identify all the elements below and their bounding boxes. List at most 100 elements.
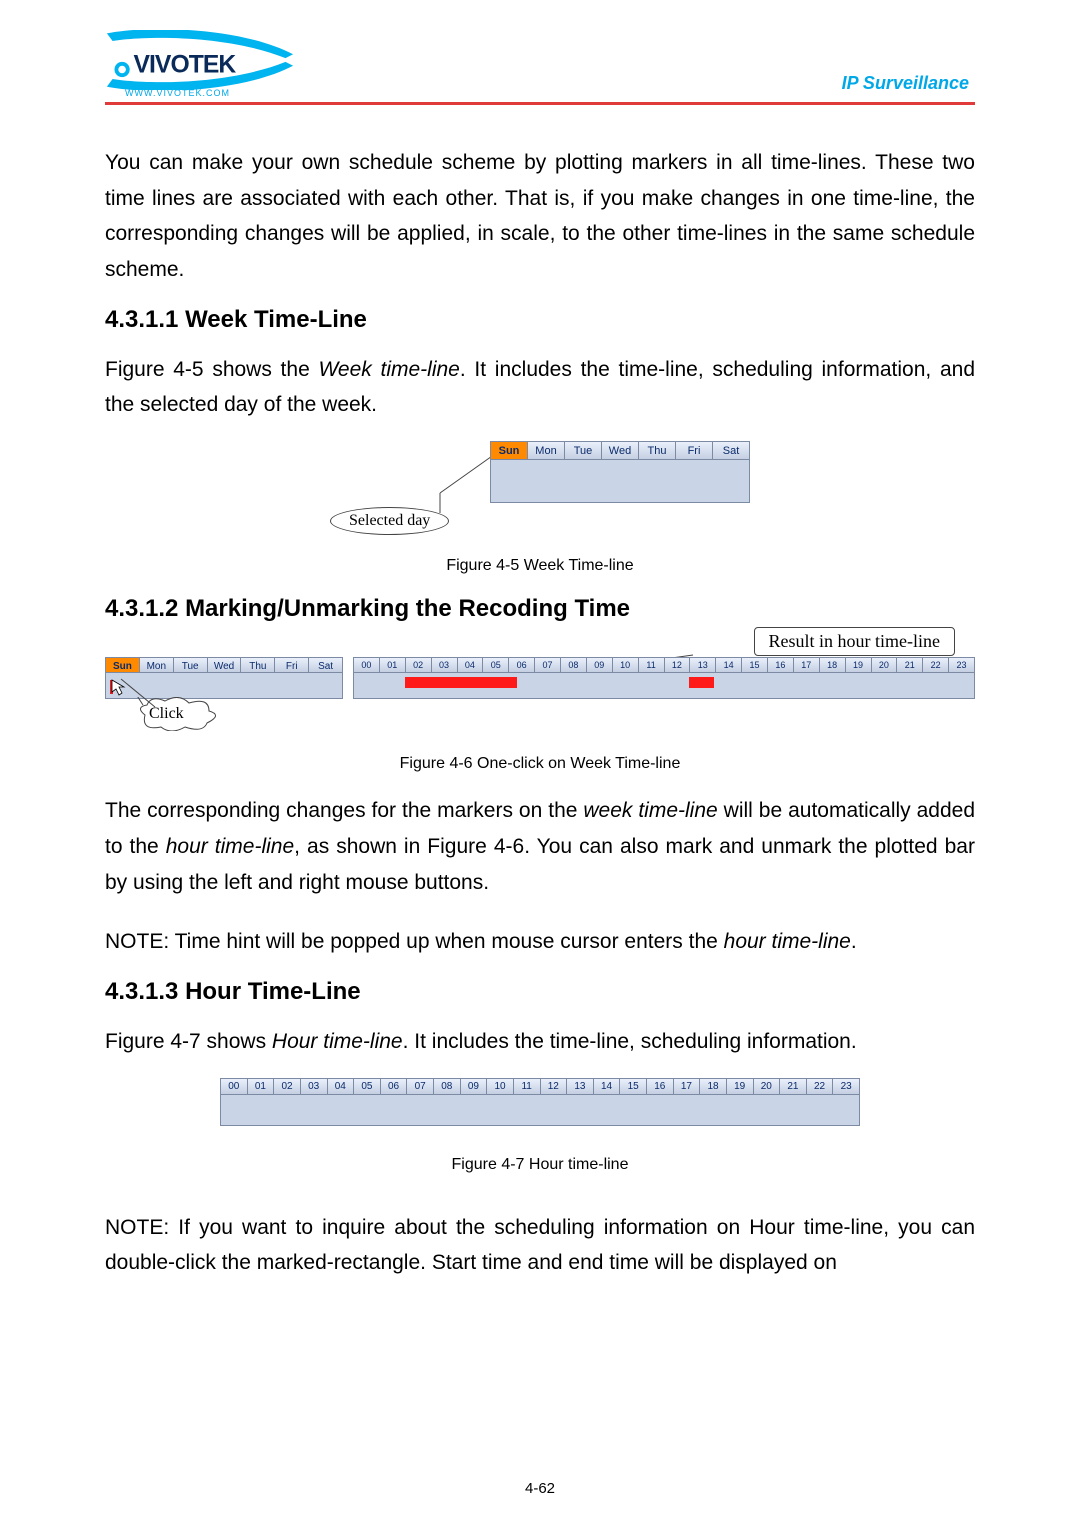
note-1: NOTE: Time hint will be popped up when m… [105, 924, 975, 960]
figure-4-7-caption: Figure 4-7 Hour time-line [105, 1156, 975, 1174]
text-em: Hour time-line [272, 1030, 403, 1053]
day-tab-fri[interactable]: Fri [676, 442, 713, 459]
hour-cell-23[interactable]: 23 [949, 658, 974, 672]
hour-cell-21[interactable]: 21 [897, 658, 923, 672]
hour-cell-03[interactable]: 03 [301, 1079, 328, 1094]
hour-cell-14[interactable]: 14 [716, 658, 742, 672]
hour-cell-04[interactable]: 04 [328, 1079, 355, 1094]
hour-cell-04[interactable]: 04 [458, 658, 484, 672]
hour-cell-16[interactable]: 16 [768, 658, 794, 672]
text-em: hour time-line [724, 930, 851, 953]
text-run: Figure 4-5 shows the [105, 358, 318, 381]
day-tab-sun[interactable]: Sun [491, 442, 528, 459]
text-em: Week time-line [318, 358, 459, 381]
hour-cell-06[interactable]: 06 [381, 1079, 408, 1094]
hour-cell-02[interactable]: 02 [274, 1079, 301, 1094]
hour-cell-00[interactable]: 00 [221, 1079, 248, 1094]
day-tab-mon[interactable]: Mon [140, 658, 174, 672]
day-tab-sat[interactable]: Sat [309, 658, 342, 672]
click-label: Click [149, 705, 184, 722]
hour-cell-10[interactable]: 10 [613, 658, 639, 672]
hour-marked-range[interactable] [405, 677, 517, 688]
hour-cell-13[interactable]: 13 [690, 658, 716, 672]
sec2-paragraph: The corresponding changes for the marker… [105, 793, 975, 900]
hour-cell-06[interactable]: 06 [509, 658, 535, 672]
hour-cell-23[interactable]: 23 [833, 1079, 859, 1094]
hour-cell-03[interactable]: 03 [432, 658, 458, 672]
day-tab-sun[interactable]: Sun [106, 658, 140, 672]
hour-cell-02[interactable]: 02 [406, 658, 432, 672]
day-tab-thu[interactable]: Thu [639, 442, 676, 459]
hour-cell-07[interactable]: 07 [407, 1079, 434, 1094]
hour-cell-05[interactable]: 05 [483, 658, 509, 672]
hour-cell-09[interactable]: 09 [587, 658, 613, 672]
hour-timeline-widget[interactable]: 0001020304050607080910111213141516171819… [353, 657, 975, 699]
hour-cell-09[interactable]: 09 [461, 1079, 488, 1094]
hour-cell-13[interactable]: 13 [567, 1079, 594, 1094]
day-tab-tue[interactable]: Tue [565, 442, 602, 459]
hour-cell-00[interactable]: 00 [354, 658, 380, 672]
hour-cell-10[interactable]: 10 [487, 1079, 514, 1094]
note-2: NOTE: If you want to inquire about the s… [105, 1210, 975, 1281]
figure-4-5-caption: Figure 4-5 Week Time-line [105, 557, 975, 575]
hour-timeline-widget-fig47[interactable]: 0001020304050607080910111213141516171819… [220, 1078, 860, 1126]
hour-cell-15[interactable]: 15 [742, 658, 768, 672]
hour-cell-08[interactable]: 08 [561, 658, 587, 672]
text-run: NOTE: Time hint will be popped up when m… [105, 930, 724, 953]
sec3-paragraph: Figure 4-7 shows Hour time-line. It incl… [105, 1024, 975, 1060]
hour-cell-14[interactable]: 14 [594, 1079, 621, 1094]
hour-marked-range[interactable] [689, 677, 714, 688]
hour-cell-22[interactable]: 22 [923, 658, 949, 672]
hour-cell-16[interactable]: 16 [647, 1079, 674, 1094]
text-run: Figure 4-7 shows [105, 1030, 272, 1053]
hour-cell-01[interactable]: 01 [248, 1079, 275, 1094]
page-header: VIVOTEK WWW.VIVOTEK.COM IP Surveillance [105, 30, 975, 105]
day-tab-wed[interactable]: Wed [602, 442, 639, 459]
day-tab-wed[interactable]: Wed [208, 658, 242, 672]
week-timeline-widget[interactable]: SunMonTueWedThuFriSat [490, 441, 750, 503]
hour-cell-22[interactable]: 22 [807, 1079, 834, 1094]
heading-hour-timeline: 4.3.1.3 Hour Time-Line [105, 978, 975, 1006]
text-em: week time-line [583, 799, 717, 822]
day-tab-fri[interactable]: Fri [275, 658, 309, 672]
day-tab-thu[interactable]: Thu [241, 658, 275, 672]
hour-cell-19[interactable]: 19 [846, 658, 872, 672]
hour-cell-18[interactable]: 18 [820, 658, 846, 672]
result-callout: Result in hour time-line [754, 627, 955, 656]
ip-surveillance-label: IP Surveillance [842, 73, 975, 98]
hour-cell-20[interactable]: 20 [872, 658, 898, 672]
text-run: . It includes the time-line, scheduling … [403, 1030, 857, 1053]
figure-4-6-caption: Figure 4-6 One-click on Week Time-line [105, 755, 975, 773]
figure-4-6: Result in hour time-line SunMonTueWedThu… [105, 629, 975, 739]
sec1-paragraph: Figure 4-5 shows the Week time-line. It … [105, 352, 975, 423]
text-run: The corresponding changes for the marker… [105, 799, 583, 822]
intro-paragraph: You can make your own schedule scheme by… [105, 145, 975, 288]
hour-cell-17[interactable]: 17 [674, 1079, 701, 1094]
hour-cell-17[interactable]: 17 [794, 658, 820, 672]
text-run: . [851, 930, 857, 953]
day-tab-tue[interactable]: Tue [174, 658, 208, 672]
hour-cell-19[interactable]: 19 [727, 1079, 754, 1094]
vivotek-logo: VIVOTEK WWW.VIVOTEK.COM [105, 30, 295, 98]
heading-week-timeline: 4.3.1.1 Week Time-Line [105, 306, 975, 334]
click-callout: Click [149, 705, 184, 723]
page-number: 4-62 [0, 1480, 1080, 1497]
hour-cell-11[interactable]: 11 [639, 658, 665, 672]
vivotek-logo-icon: VIVOTEK [105, 30, 295, 90]
day-tab-mon[interactable]: Mon [528, 442, 565, 459]
svg-text:VIVOTEK: VIVOTEK [134, 51, 237, 78]
hour-cell-20[interactable]: 20 [754, 1079, 781, 1094]
text-em: hour time-line [166, 835, 294, 858]
hour-cell-05[interactable]: 05 [354, 1079, 381, 1094]
hour-cell-21[interactable]: 21 [780, 1079, 807, 1094]
hour-cell-12[interactable]: 12 [541, 1079, 568, 1094]
day-tab-sat[interactable]: Sat [713, 442, 749, 459]
hour-cell-15[interactable]: 15 [620, 1079, 647, 1094]
hour-cell-07[interactable]: 07 [535, 658, 561, 672]
hour-cell-01[interactable]: 01 [380, 658, 406, 672]
hour-cell-18[interactable]: 18 [700, 1079, 727, 1094]
hour-cell-11[interactable]: 11 [514, 1079, 541, 1094]
hour-cell-12[interactable]: 12 [665, 658, 691, 672]
selected-day-callout: Selected day [330, 507, 449, 535]
hour-cell-08[interactable]: 08 [434, 1079, 461, 1094]
